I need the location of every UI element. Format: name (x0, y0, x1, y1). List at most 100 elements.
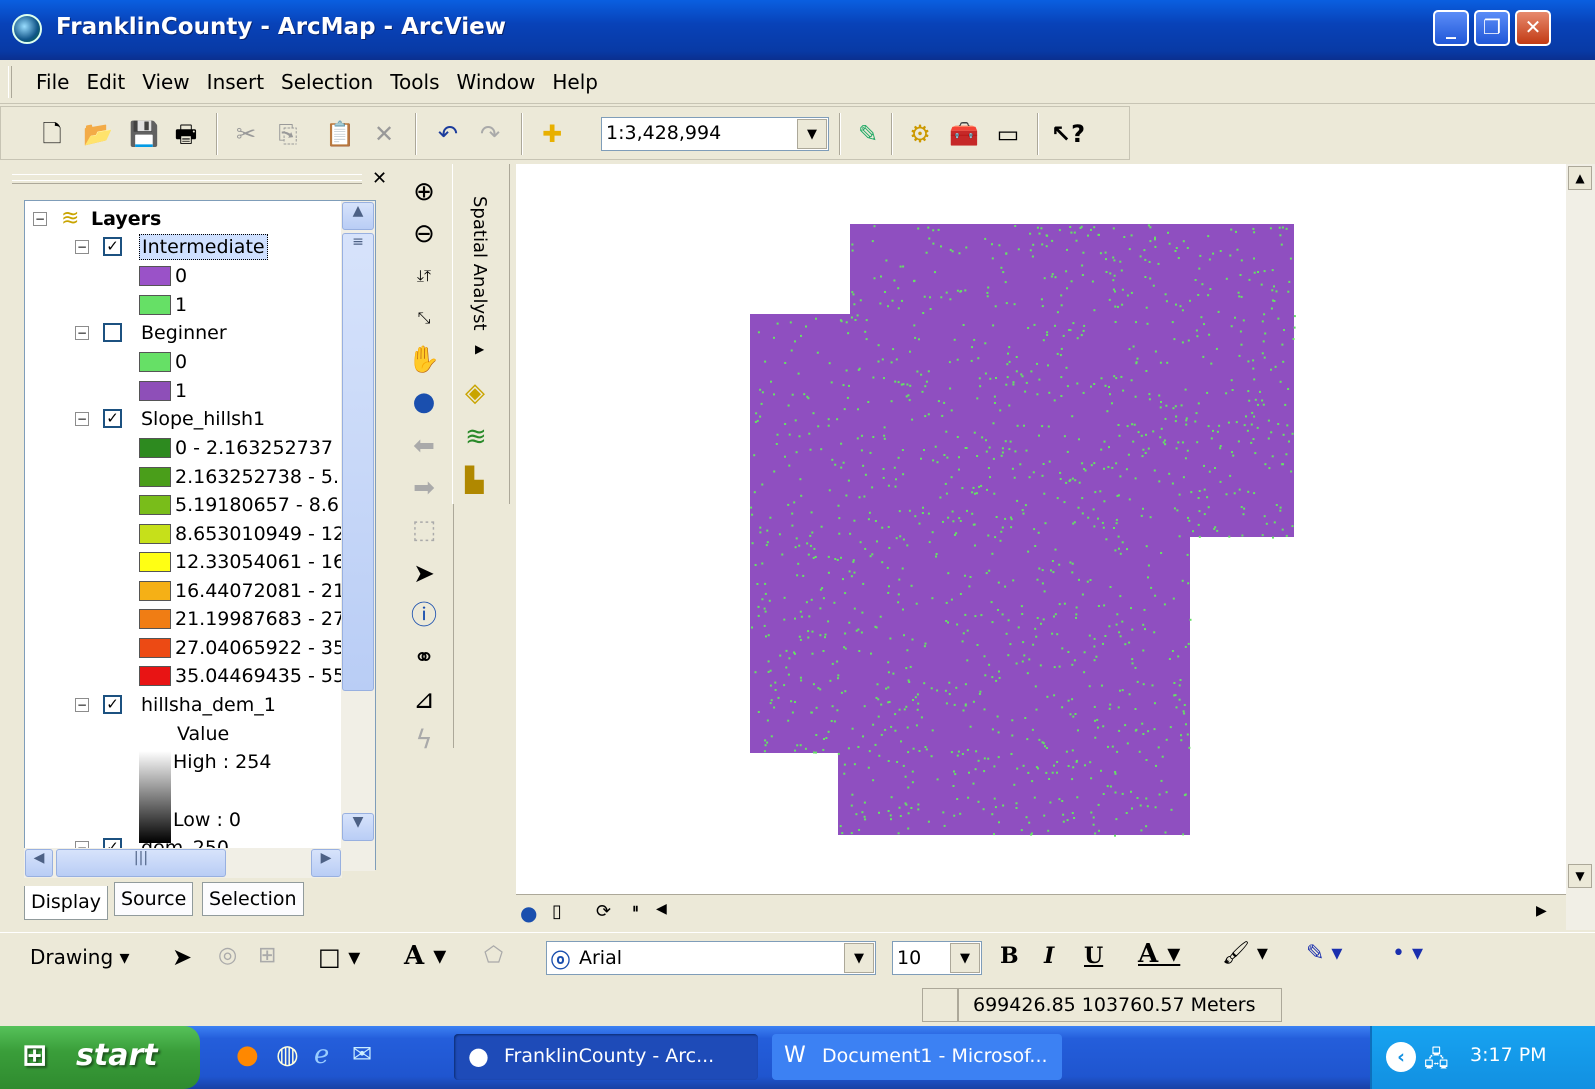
chevron-right-icon[interactable]: ▶ (475, 342, 484, 356)
fixed-zoom-out-icon[interactable]: ⤡ (404, 298, 444, 338)
delete-icon[interactable]: ✕ (367, 117, 401, 151)
refresh-icon[interactable]: ⟳ (596, 901, 611, 922)
pause-drawing-icon[interactable]: ⏸ (632, 901, 639, 917)
layer-visibility-checkbox[interactable] (103, 323, 122, 342)
pan-hand-icon[interactable]: ✋ (404, 340, 444, 380)
italic-icon[interactable]: I (1044, 943, 1054, 969)
rotate-icon[interactable]: ◎ (218, 943, 237, 968)
close-button[interactable]: ✕ (1515, 10, 1551, 46)
print-icon[interactable]: 🖶 (169, 117, 203, 151)
network-icon[interactable]: 🖧 (1424, 1042, 1449, 1080)
font-size-combobox[interactable]: 10 ▼ (892, 941, 982, 975)
tab-selection[interactable]: Selection (202, 882, 304, 916)
scroll-down-icon[interactable]: ▼ (1568, 864, 1592, 888)
map-scale-combobox[interactable]: 1:3,428,994 ▼ (601, 117, 829, 151)
measure-icon[interactable]: ⊿ (404, 680, 444, 720)
scroll-up-icon[interactable]: ▲ (342, 202, 374, 230)
minimize-button[interactable]: _ (1433, 10, 1469, 46)
scroll-right-icon[interactable]: ▶ (311, 849, 341, 877)
select-elements-arrow-icon[interactable]: ➤ (404, 554, 444, 594)
firefox-icon[interactable]: ● (236, 1040, 259, 1070)
toc-vertical-scrollbar[interactable]: ▲ ≡ ▼ (341, 201, 375, 871)
spatial-analyst-menu[interactable]: Spatial Analyst (469, 196, 490, 331)
menu-grip[interactable] (8, 66, 12, 98)
scroll-thumb[interactable]: ||| (56, 849, 226, 877)
add-data-icon[interactable]: ✚ (535, 117, 569, 151)
cut-icon[interactable]: ✂ (229, 117, 263, 151)
data-view-icon[interactable]: ● (520, 901, 537, 925)
layer-visibility-checkbox[interactable]: ✓ (103, 237, 122, 256)
toc-close-icon[interactable]: ✕ (372, 168, 387, 189)
font-color-icon[interactable]: A ▾ (1138, 939, 1180, 969)
contour-icon[interactable]: ≋ (465, 422, 487, 452)
chevron-down-icon[interactable]: ▼ (950, 943, 980, 973)
map-vertical-scrollbar[interactable]: ▲ ▼ (1566, 164, 1595, 930)
task-document1[interactable]: W Document1 - Microsof... (772, 1034, 1062, 1080)
back-arrow-icon[interactable]: ⬅ (404, 426, 444, 466)
open-folder-icon[interactable]: 📂 (81, 117, 115, 151)
forward-arrow-icon[interactable]: ➡ (404, 468, 444, 508)
layer-diamond-icon[interactable]: ◈ (465, 378, 485, 408)
menu-window[interactable]: Window (457, 70, 545, 94)
select-elements-icon[interactable]: ➤ (172, 943, 192, 971)
arcgis-quicklaunch-icon[interactable]: ◍ (276, 1040, 299, 1070)
menu-selection[interactable]: Selection (281, 70, 382, 94)
select-features-icon[interactable]: ⬚ (404, 510, 444, 550)
outlook-express-icon[interactable]: ✉ (352, 1040, 372, 1068)
redo-icon[interactable]: ↷ (473, 117, 507, 151)
zoom-in-icon[interactable]: ⊕ (404, 172, 444, 212)
paste-icon[interactable]: 📋 (323, 117, 357, 151)
layer-visibility-checkbox[interactable]: ✓ (103, 695, 122, 714)
arccatalog-icon[interactable]: ⚙ (903, 117, 937, 151)
tab-source[interactable]: Source (114, 882, 194, 916)
new-document-icon[interactable]: 🗋 (35, 117, 69, 151)
start-button[interactable]: ⊞ start (0, 1026, 200, 1089)
menu-edit[interactable]: Edit (86, 70, 134, 94)
scroll-up-icon[interactable]: ▲ (1568, 166, 1592, 190)
bold-icon[interactable]: B (1000, 943, 1019, 969)
chevron-down-icon[interactable]: ▼ (844, 943, 874, 973)
drawing-menu[interactable]: Drawing ▾ (30, 945, 130, 969)
fixed-zoom-in-icon[interactable]: ⤓⤒ (404, 256, 444, 296)
arctoolbox-icon[interactable]: 🧰 (947, 117, 981, 151)
save-icon[interactable]: 💾 (127, 117, 161, 151)
histogram-icon[interactable]: ▙ (465, 466, 483, 494)
layout-view-icon[interactable]: ▯ (552, 901, 562, 922)
undo-icon[interactable]: ↶ (431, 117, 465, 151)
copy-icon[interactable]: ⎘ (271, 117, 305, 151)
hyperlink-lightning-icon[interactable]: ϟ (404, 720, 444, 760)
find-binoculars-icon[interactable]: ⚭ (404, 638, 444, 678)
toc-horizontal-scrollbar[interactable]: ◀ ||| ▶ (24, 848, 342, 878)
scroll-down-icon[interactable]: ▼ (342, 813, 374, 841)
scroll-left-icon[interactable]: ◀ (656, 901, 667, 917)
layer-visibility-checkbox[interactable]: ✓ (103, 409, 122, 428)
menu-view[interactable]: View (142, 70, 198, 94)
menu-file[interactable]: File (36, 70, 78, 94)
task-franklincounty[interactable]: ● FranklinCounty - Arc... (454, 1034, 758, 1080)
underline-icon[interactable]: U (1084, 943, 1103, 969)
menu-help[interactable]: Help (552, 70, 607, 94)
whats-this-help-icon[interactable]: ↖? (1051, 117, 1085, 151)
new-text-icon[interactable]: A ▾ (404, 941, 446, 971)
zoom-to-element-icon[interactable]: ⊞ (258, 943, 276, 968)
identify-info-icon[interactable]: ⓘ (404, 596, 444, 636)
marker-color-icon[interactable]: • ▾ (1392, 941, 1423, 966)
scroll-thumb[interactable]: ≡ (342, 233, 374, 691)
menu-insert[interactable]: Insert (207, 70, 273, 94)
editor-toolbar-icon[interactable]: ✎ (851, 117, 885, 151)
zoom-out-icon[interactable]: ⊖ (404, 214, 444, 254)
tray-expand-icon[interactable]: ‹ (1386, 1042, 1416, 1072)
command-line-icon[interactable]: ▭ (991, 117, 1025, 151)
scroll-right-icon[interactable]: ▶ (1536, 903, 1547, 919)
restore-button[interactable]: ❐ (1474, 10, 1510, 46)
menu-tools[interactable]: Tools (390, 70, 448, 94)
internet-explorer-icon[interactable]: ℯ (314, 1040, 329, 1070)
fill-color-icon[interactable]: 🖌 ▾ (1222, 941, 1268, 966)
line-color-icon[interactable]: ✎ ▾ (1306, 941, 1342, 966)
rectangle-icon[interactable]: □ ▾ (318, 943, 360, 971)
scroll-left-icon[interactable]: ◀ (25, 849, 53, 877)
edit-vertices-icon[interactable]: ⬠ (484, 943, 503, 968)
chevron-down-icon[interactable]: ▼ (797, 119, 827, 149)
full-extent-globe-icon[interactable]: ● (404, 382, 444, 422)
tab-display[interactable]: Display (24, 886, 109, 920)
